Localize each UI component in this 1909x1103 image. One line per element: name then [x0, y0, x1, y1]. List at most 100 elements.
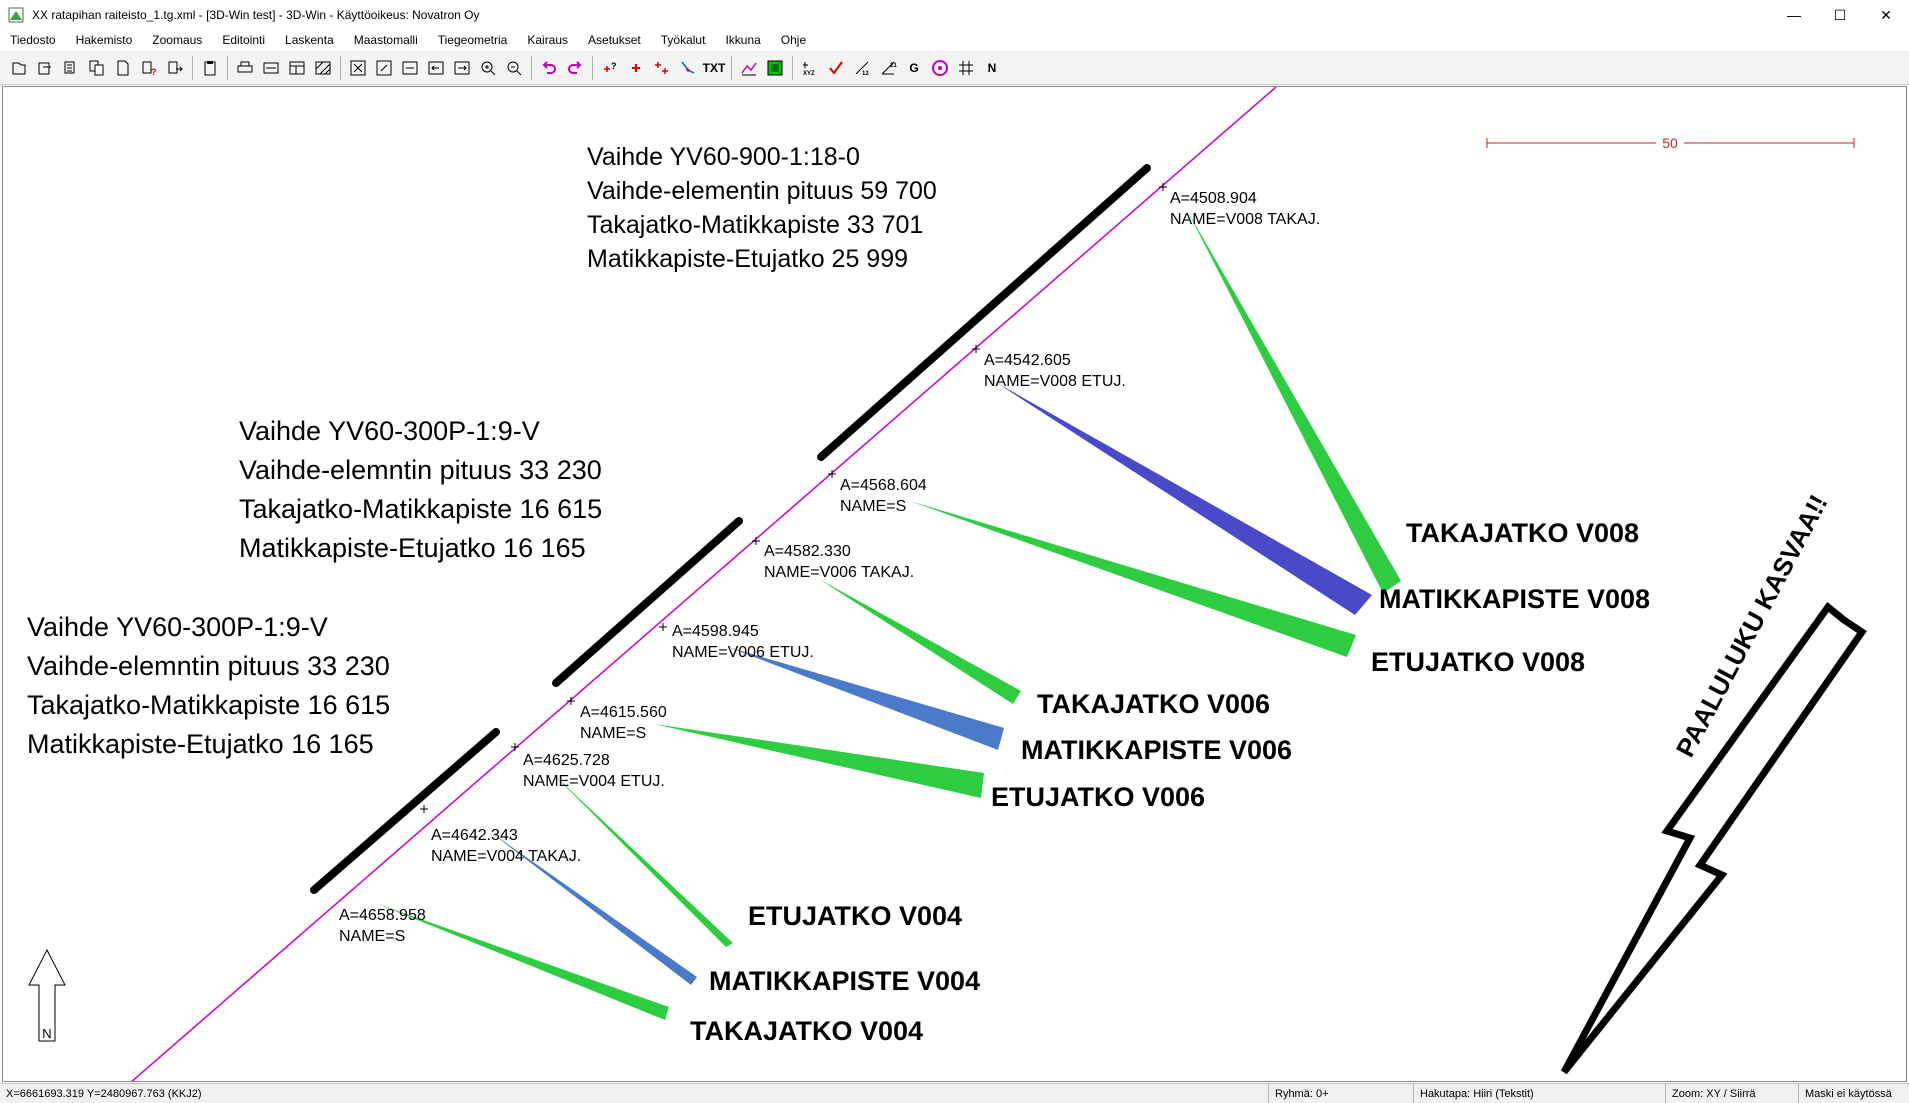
callout-takajatko-v008: TAKAJATKO V008: [1406, 518, 1639, 548]
status-coordinates: X=6661693.319 Y=2480967.763 (KKJ2): [0, 1084, 1269, 1103]
pan-right-icon[interactable]: [449, 55, 475, 81]
svg-text:XYZ: XYZ: [803, 71, 815, 77]
menu-hakemisto[interactable]: Hakemisto: [66, 33, 143, 47]
undo-icon[interactable]: [536, 55, 562, 81]
svg-text:12: 12: [862, 71, 869, 77]
point-a-label: A=4658.958: [339, 907, 426, 924]
point-marker: [752, 537, 760, 545]
print-icon[interactable]: [232, 55, 258, 81]
turnout-info-line: Takajatko-Matikkapiste 33 701: [587, 211, 923, 239]
menu-tyokalut[interactable]: Työkalut: [651, 33, 716, 47]
toolbar-separator: [340, 55, 341, 80]
turnout-info-line: Takajatko-Matikkapiste 16 615: [239, 494, 602, 524]
callout-wedge-etujatko-v006: [654, 724, 984, 798]
distance-icon[interactable]: 12: [849, 55, 875, 81]
zoom-extents-icon[interactable]: [345, 55, 371, 81]
terrain-model-icon[interactable]: [736, 55, 762, 81]
point-a-label: A=4615.560: [580, 704, 667, 721]
line-point-icon[interactable]: [675, 55, 701, 81]
merge-file-icon[interactable]: [58, 55, 84, 81]
callout-wedge-takajatko-v008: [1188, 212, 1401, 593]
hatch-icon[interactable]: [310, 55, 336, 81]
menu-kairaus[interactable]: Kairaus: [517, 33, 578, 47]
minimize-button[interactable]: —: [1771, 0, 1817, 30]
open-folder-icon[interactable]: [32, 55, 58, 81]
toolbar-separator: [731, 55, 732, 80]
open-file-icon[interactable]: [6, 55, 32, 81]
redo-icon[interactable]: [562, 55, 588, 81]
target-icon[interactable]: [927, 55, 953, 81]
point-name-label: NAME=S: [580, 725, 646, 742]
toolbar-separator: [227, 55, 228, 80]
check-xyz-icon[interactable]: [823, 55, 849, 81]
menu-ikkuna[interactable]: Ikkuna: [715, 33, 770, 47]
xyz-icon[interactable]: XYZ: [797, 55, 823, 81]
zoom-in-icon[interactable]: [475, 55, 501, 81]
menu-zoomaus[interactable]: Zoomaus: [142, 33, 212, 47]
layer-green-icon[interactable]: [762, 55, 788, 81]
callout-matikkapiste-v004: MATIKKAPISTE V004: [709, 966, 980, 996]
point-name-label: NAME=V008 TAKAJ.: [1170, 211, 1320, 228]
close-button[interactable]: ✕: [1863, 0, 1909, 30]
zoom-window-icon[interactable]: [371, 55, 397, 81]
new-file-icon[interactable]: [110, 55, 136, 81]
point-a-label: A=4508.904: [1170, 190, 1257, 207]
point-labels: A=4508.904 NAME=V008 TAKAJ. A=4542.605 N…: [339, 190, 1320, 945]
scale-print-icon[interactable]: [258, 55, 284, 81]
turnout-info-v006: Vaihde YV60-300P-1:9-V Vaihde-elemntin p…: [239, 416, 602, 563]
file-export-icon[interactable]: [162, 55, 188, 81]
point-marker: [420, 805, 428, 813]
menu-editointi[interactable]: Editointi: [212, 33, 275, 47]
clipboard-icon[interactable]: [197, 55, 223, 81]
status-bar: X=6661693.319 Y=2480967.763 (KKJ2) Ryhmä…: [0, 1083, 1909, 1103]
callout-etujatko-v008: ETUJATKO V008: [1371, 647, 1585, 677]
point-a-label: A=4568.604: [840, 477, 927, 494]
point-name-label: NAME=S: [339, 928, 405, 945]
menu-laskenta[interactable]: Laskenta: [275, 33, 344, 47]
turnout-info-v004: Vaihde YV60-300P-1:9-V Vaihde-elemntin p…: [27, 612, 390, 759]
title-bar: XX ratapihan raiteisto_1.tg.xml - [3D-Wi…: [0, 0, 1909, 30]
maximize-button[interactable]: ☐: [1817, 0, 1863, 30]
turnout-info-line: Vaihde YV60-900-1:18-0: [587, 143, 860, 171]
point-name-label: NAME=V006 ETUJ.: [672, 644, 814, 661]
point-query-icon[interactable]: ?: [597, 55, 623, 81]
toolbar: ? ? TXT XYZ 12 21 G N: [0, 51, 1909, 85]
callout-takajatko-v004: TAKAJATKO V004: [690, 1016, 923, 1046]
drawing-svg[interactable]: 50 N PAALULUKU KASVAA!! Vaihde YV60-900-…: [3, 87, 1907, 1082]
copy-file-icon[interactable]: [84, 55, 110, 81]
text-tool-button[interactable]: TXT: [701, 55, 727, 81]
menu-tiegeometria[interactable]: Tiegeometria: [428, 33, 518, 47]
add-point-icon[interactable]: [623, 55, 649, 81]
drawing-canvas[interactable]: 50 N PAALULUKU KASVAA!! Vaihde YV60-900-…: [2, 86, 1907, 1082]
file-query-icon[interactable]: ?: [136, 55, 162, 81]
svg-text:?: ?: [611, 61, 617, 71]
g-tool-button[interactable]: G: [901, 55, 927, 81]
grid-icon[interactable]: [953, 55, 979, 81]
turnout-info-v008: Vaihde YV60-900-1:18-0 Vaihde-elementin …: [587, 143, 937, 273]
point-a-label: A=4625.728: [523, 752, 610, 769]
turnout-info-line: Vaihde-elemntin pituus 33 230: [239, 455, 602, 485]
status-group: Ryhmä: 0+: [1269, 1084, 1414, 1103]
zoom-out-icon[interactable]: [501, 55, 527, 81]
turnout-info-line: Matikkapiste-Etujatko 25 999: [587, 245, 908, 273]
menu-tiedosto[interactable]: Tiedosto: [0, 33, 66, 47]
angle-icon[interactable]: 21: [875, 55, 901, 81]
north-label: N: [42, 1026, 51, 1041]
point-a-label: A=4582.330: [764, 543, 851, 560]
pan-left-icon[interactable]: [423, 55, 449, 81]
multi-point-icon[interactable]: [649, 55, 675, 81]
menu-bar: Tiedosto Hakemisto Zoomaus Editointi Las…: [0, 30, 1909, 50]
menu-maastomalli[interactable]: Maastomalli: [344, 33, 428, 47]
point-a-label: A=4542.605: [984, 352, 1071, 369]
turnout-info-line: Takajatko-Matikkapiste 16 615: [27, 690, 390, 720]
menu-ohje[interactable]: Ohje: [771, 33, 816, 47]
point-a-label: A=4642.343: [431, 827, 518, 844]
turnout-info-line: Matikkapiste-Etujatko 16 165: [239, 533, 586, 563]
plot-layout-icon[interactable]: [284, 55, 310, 81]
point-name-label: NAME=V008 ETUJ.: [984, 373, 1126, 390]
zoom-previous-icon[interactable]: [397, 55, 423, 81]
north-arrow-icon: N: [28, 948, 66, 1042]
menu-asetukset[interactable]: Asetukset: [578, 33, 651, 47]
callout-takajatko-v006: TAKAJATKO V006: [1037, 689, 1270, 719]
north-tool-button[interactable]: N: [979, 55, 1005, 81]
